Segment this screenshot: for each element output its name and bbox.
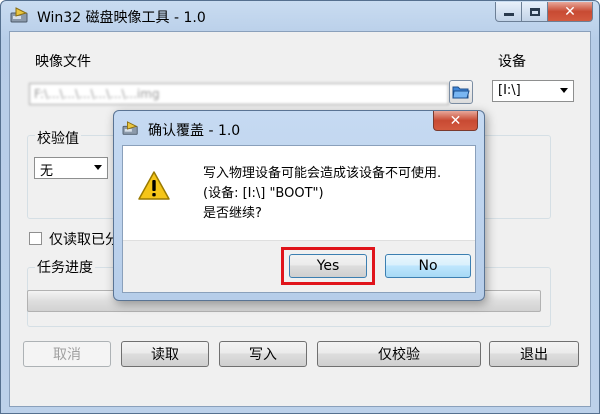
close-icon: ✕ bbox=[449, 112, 462, 129]
hash-select-value: 无 bbox=[40, 164, 54, 179]
close-button[interactable]: ✕ bbox=[548, 2, 593, 22]
dropdown-arrow-icon bbox=[94, 165, 102, 170]
hash-label: 校验值 bbox=[35, 128, 81, 148]
dialog-message-line3: 是否继续? bbox=[203, 206, 262, 221]
maximize-icon bbox=[529, 7, 540, 16]
no-button[interactable]: No bbox=[385, 254, 471, 278]
device-select[interactable]: [I:\] bbox=[492, 80, 574, 102]
dropdown-arrow-icon bbox=[560, 88, 568, 93]
confirm-overwrite-dialog: 确认覆盖 - 1.0 ✕ 写入物理设备可能会造成该设备不可使用. (设备: [I… bbox=[113, 110, 485, 301]
image-file-label: 映像文件 bbox=[35, 54, 91, 70]
dialog-message-line1: 写入物理设备可能会造成该设备不可使用. bbox=[203, 166, 442, 181]
image-file-input[interactable]: F:\...\...\...\...\...\...img bbox=[29, 83, 449, 105]
close-icon: ✕ bbox=[564, 3, 576, 20]
progress-label: 任务进度 bbox=[35, 257, 95, 277]
exit-button[interactable]: 退出 bbox=[489, 341, 579, 367]
minimize-icon bbox=[503, 13, 514, 16]
caption-buttons: ✕ bbox=[495, 2, 593, 22]
app-disk-icon bbox=[10, 7, 28, 23]
main-titlebar[interactable]: Win32 磁盘映像工具 - 1.0 ✕ bbox=[1, 1, 599, 31]
dialog-close-button[interactable]: ✕ bbox=[433, 111, 478, 131]
read-button[interactable]: 读取 bbox=[121, 341, 209, 367]
dialog-title: 确认覆盖 - 1.0 bbox=[148, 123, 241, 139]
dialog-footer: Yes No bbox=[123, 240, 475, 292]
hash-select[interactable]: 无 bbox=[34, 157, 108, 179]
verify-only-button[interactable]: 仅校验 bbox=[317, 341, 481, 367]
minimize-button[interactable] bbox=[495, 2, 522, 22]
cancel-button[interactable]: 取消 bbox=[23, 341, 111, 367]
folder-open-icon bbox=[452, 86, 470, 99]
write-button[interactable]: 写入 bbox=[219, 341, 307, 367]
window-title: Win32 磁盘映像工具 - 1.0 bbox=[37, 10, 206, 26]
readonly-checkbox[interactable] bbox=[29, 232, 42, 245]
yes-button[interactable]: Yes bbox=[289, 254, 367, 278]
browse-button[interactable] bbox=[449, 80, 473, 104]
maximize-button[interactable] bbox=[522, 2, 548, 22]
device-select-value: [I:\] bbox=[498, 83, 521, 98]
dialog-body: 写入物理设备可能会造成该设备不可使用. (设备: [I:\] "BOOT") 是… bbox=[122, 145, 476, 293]
readonly-label: 仅读取已分 bbox=[49, 232, 119, 248]
dialog-message-line2: (设备: [I:\] "BOOT") bbox=[203, 186, 324, 201]
device-label: 设备 bbox=[498, 54, 526, 70]
warning-icon bbox=[138, 171, 170, 200]
app-disk-icon bbox=[122, 121, 138, 135]
